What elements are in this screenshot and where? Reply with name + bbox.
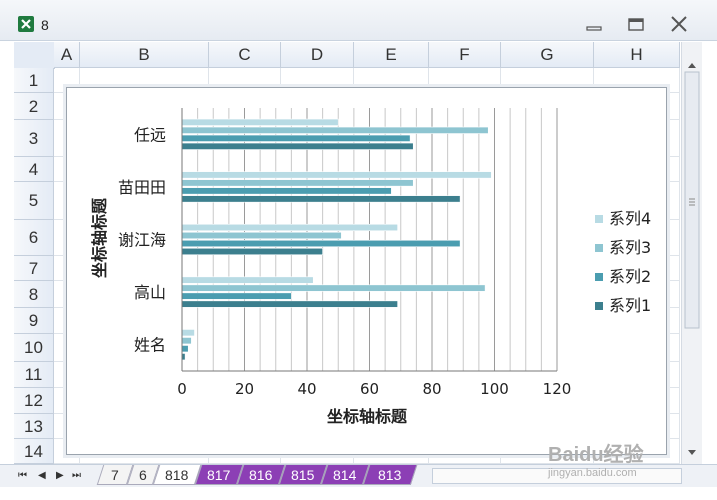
title-bar: 8 [0, 0, 717, 41]
bar-系列2-苗田田 [181, 187, 392, 195]
legend-swatch [595, 273, 603, 281]
row-header-13[interactable]: 13 [14, 414, 54, 439]
x-tick-label: 20 [235, 380, 254, 398]
bar-系列4-姓名 [181, 329, 195, 337]
row-header-7[interactable]: 7 [14, 256, 54, 281]
bar-chart: 0 20 40 60 80 100 120 任远苗田田谢江海高山姓名 系列4 系列3 系列2 系列1… [90, 108, 651, 426]
legend-swatch [595, 215, 603, 223]
row-header-3[interactable]: 3 [14, 120, 54, 157]
row-header-2[interactable]: 2 [14, 93, 54, 120]
bar-系列1-谢江海 [181, 247, 323, 256]
sheet-tab-label: 817 [207, 467, 231, 483]
watermark: Baidu经验 jingyan.baidu.com [548, 444, 644, 479]
last-sheet-icon[interactable]: ⏭ [72, 470, 81, 481]
excel-icon [18, 16, 34, 32]
bar-系列2-谢江海 [181, 239, 461, 248]
legend-swatch [595, 244, 603, 252]
vertical-scrollbar[interactable] [681, 42, 702, 464]
sheet-tab-label: 818 [165, 467, 189, 483]
x-tick-label: 40 [297, 380, 316, 398]
bar-系列4-谢江海 [181, 223, 398, 232]
sheet-tab-label: 7 [111, 467, 119, 483]
close-icon [671, 16, 687, 32]
sheet-tab-814[interactable]: 814 [320, 465, 370, 485]
scroll-up-icon[interactable] [688, 63, 696, 68]
sheet-tab-label: 816 [249, 467, 273, 483]
bar-系列2-任远 [181, 134, 411, 142]
close-button[interactable] [667, 14, 691, 34]
legend-label: 系列3 [609, 238, 651, 257]
column-gridline [679, 68, 680, 464]
maximize-button[interactable] [625, 14, 649, 34]
sheet-tab-label: 814 [333, 467, 357, 483]
maximize-icon [628, 18, 644, 31]
y-category-label: 谢江海 [118, 231, 166, 250]
bar-系列4-高山 [181, 276, 314, 284]
x-tick-label: 100 [480, 380, 509, 398]
minimize-button[interactable] [583, 14, 607, 34]
column-header-c[interactable]: C [209, 42, 281, 68]
column-header-b[interactable]: B [80, 42, 209, 68]
y-axis-title: 坐标轴标题 [90, 197, 109, 278]
x-tick-label: 80 [422, 380, 441, 398]
bar-系列1-高山 [181, 300, 398, 308]
bar-系列4-任远 [181, 118, 339, 126]
legend-swatch [595, 302, 603, 310]
column-header-d[interactable]: D [281, 42, 354, 68]
bar-系列1-苗田田 [181, 195, 461, 203]
bar-系列4-苗田田 [181, 171, 492, 179]
sheet-tab-label: 815 [291, 467, 315, 483]
legend-label: 系列1 [609, 296, 651, 315]
y-category-label: 姓名 [134, 336, 166, 355]
embedded-chart[interactable]: 0 20 40 60 80 100 120 任远苗田田谢江海高山姓名 系列4 系列3 系列2 系列1… [66, 87, 667, 455]
row-header-8[interactable]: 8 [14, 281, 54, 308]
sheet-tab-label: 813 [378, 467, 402, 483]
legend-label: 系列2 [609, 267, 651, 286]
bar-系列2-姓名 [181, 345, 189, 353]
bar-系列2-高山 [181, 292, 292, 300]
column-header-f[interactable]: F [429, 42, 501, 68]
row-header-12[interactable]: 12 [14, 388, 54, 414]
x-axis-title: 坐标轴标题 [327, 407, 408, 426]
row-header-6[interactable]: 6 [14, 220, 54, 256]
sheet-tab-817[interactable]: 817 [194, 465, 244, 485]
sheet-tab-813[interactable]: 813 [362, 465, 418, 485]
legend-label: 系列4 [609, 209, 651, 228]
row-header-11[interactable]: 11 [14, 362, 54, 388]
y-category-label: 苗田田 [118, 178, 166, 197]
x-tick-label: 60 [360, 380, 379, 398]
column-header-g[interactable]: G [501, 42, 594, 68]
bar-系列3-任远 [181, 126, 489, 134]
row-header-9[interactable]: 9 [14, 308, 54, 334]
bar-系列3-苗田田 [181, 179, 414, 187]
column-header-e[interactable]: E [354, 42, 429, 68]
next-sheet-icon[interactable]: ▶ [56, 470, 64, 481]
sheet-tab-818[interactable]: 818 [152, 465, 202, 485]
column-header-a[interactable]: A [54, 42, 80, 68]
y-category-label: 高山 [134, 283, 166, 302]
first-sheet-icon[interactable]: ⏮ [18, 470, 27, 481]
sheet-tab-816[interactable]: 816 [236, 465, 286, 485]
row-header-14[interactable]: 14 [14, 439, 54, 464]
row-header-5[interactable]: 5 [14, 182, 54, 220]
window-title: 8 [41, 17, 49, 33]
row-header-10[interactable]: 10 [14, 334, 54, 362]
bar-系列3-谢江海 [181, 231, 342, 240]
scroll-thumb[interactable] [684, 71, 700, 329]
prev-sheet-icon[interactable]: ◀ [38, 470, 46, 481]
row-header-4[interactable]: 4 [14, 157, 54, 182]
sheet-tab-label: 6 [139, 467, 147, 483]
y-category-label: 任远 [134, 125, 166, 144]
x-tick-label: 0 [177, 380, 187, 398]
column-header-h[interactable]: H [594, 42, 680, 68]
x-tick-label: 120 [543, 380, 572, 398]
row-header-1[interactable]: 1 [14, 68, 54, 93]
bar-系列3-姓名 [181, 337, 192, 345]
bar-系列3-高山 [181, 284, 486, 292]
sheet-tab-815[interactable]: 815 [278, 465, 328, 485]
bar-系列1-任远 [181, 142, 414, 150]
select-all-corner[interactable] [14, 42, 55, 69]
minimize-icon [586, 26, 602, 31]
